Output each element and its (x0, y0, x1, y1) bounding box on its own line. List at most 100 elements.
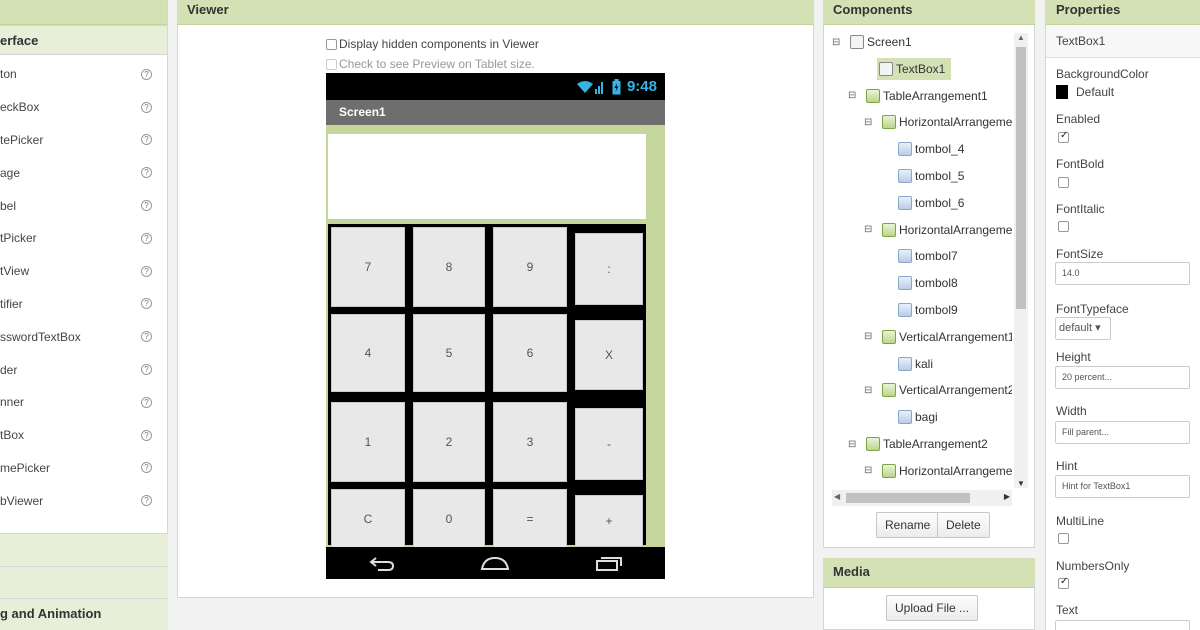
palette-item[interactable]: age? (0, 156, 167, 189)
palette-section-1[interactable] (0, 533, 168, 566)
text-input[interactable] (1055, 620, 1190, 630)
tree-node[interactable]: tombol_4 (880, 138, 964, 160)
tablet-preview-checkbox[interactable] (326, 58, 337, 70)
width-input[interactable]: Fill parent... (1055, 421, 1190, 444)
hidden-components-toggle[interactable]: Display hidden components in Viewer (326, 37, 539, 51)
help-icon[interactable]: ? (141, 265, 152, 277)
help-icon[interactable]: ? (141, 232, 152, 244)
tree-node[interactable]: kali (880, 353, 933, 375)
keypad-button[interactable]: 5 (413, 314, 485, 392)
palette-item[interactable]: der? (0, 353, 167, 386)
collapse-toggle-icon[interactable]: ⊟ (864, 331, 874, 342)
palette-item[interactable]: bel? (0, 189, 167, 222)
tree-node[interactable]: ⊟ Screen1 (832, 31, 912, 53)
keypad-button[interactable]: 8 (413, 227, 485, 307)
tree-node[interactable]: bagi (880, 406, 938, 428)
keypad-button[interactable]: - (575, 408, 643, 480)
palette-item[interactable]: tBox? (0, 419, 167, 452)
collapse-toggle-icon[interactable]: ⊟ (832, 37, 842, 48)
collapse-toggle-icon[interactable]: ⊟ (864, 465, 874, 476)
help-icon[interactable]: ? (141, 167, 152, 179)
fontitalic-checkbox[interactable] (1058, 221, 1069, 232)
rename-button[interactable]: Rename (876, 512, 940, 538)
keypad-button[interactable]: + (575, 495, 643, 547)
collapse-toggle-icon[interactable]: ⊟ (864, 224, 874, 235)
help-icon[interactable]: ? (141, 331, 152, 343)
tree-node[interactable]: tombol_5 (880, 165, 964, 187)
tree-node[interactable]: ⊟ TableArrangement2 (848, 433, 988, 455)
tree-horizontal-scroll-thumb[interactable] (846, 493, 970, 503)
help-icon[interactable]: ? (141, 68, 152, 80)
fonttypeface-dropdown[interactable]: default ▾ (1055, 317, 1111, 340)
tree-horizontal-scrollbar[interactable]: ◀ ▶ (832, 490, 1012, 506)
palette-item[interactable]: mePicker? (0, 452, 167, 485)
tree-node[interactable]: ⊟ VerticalArrangement1 (864, 326, 1012, 348)
tree-node[interactable]: TextBox1 (877, 57, 952, 80)
scroll-right-icon[interactable]: ▶ (1004, 492, 1010, 501)
palette-category-user-interface[interactable]: erface (0, 25, 167, 55)
keypad-button[interactable]: 2 (413, 402, 485, 482)
help-icon[interactable]: ? (141, 101, 152, 113)
scroll-down-icon[interactable]: ▼ (1017, 479, 1025, 488)
palette-item[interactable]: eckBox? (0, 91, 167, 124)
multiline-checkbox[interactable] (1058, 533, 1069, 544)
palette-item[interactable]: tView? (0, 255, 167, 288)
keypad-button[interactable]: X (575, 320, 643, 390)
collapse-toggle-icon[interactable]: ⊟ (848, 439, 858, 450)
keypad-button[interactable]: 7 (331, 227, 405, 307)
keypad-button[interactable]: 0 (413, 489, 485, 549)
tree-node[interactable]: ⊟ VerticalArrangement2 (864, 379, 1012, 401)
collapse-toggle-icon[interactable]: ⊟ (864, 117, 874, 128)
enabled-checkbox[interactable] (1058, 130, 1069, 143)
keypad-button[interactable]: 1 (331, 402, 405, 482)
keypad-button[interactable]: 9 (493, 227, 567, 307)
keypad-button[interactable]: 4 (331, 314, 405, 392)
color-swatch[interactable] (1056, 85, 1068, 99)
help-icon[interactable]: ? (141, 396, 152, 408)
textbox1-preview[interactable] (328, 131, 646, 219)
scroll-up-icon[interactable]: ▲ (1017, 33, 1025, 42)
keypad-button[interactable]: : (575, 233, 643, 305)
help-icon[interactable]: ? (141, 298, 152, 310)
tablet-preview-toggle[interactable]: Check to see Preview on Tablet size. (326, 57, 535, 71)
palette-item[interactable]: tifier? (0, 288, 167, 321)
hint-input[interactable]: Hint for TextBox1 (1055, 475, 1190, 498)
scroll-left-icon[interactable]: ◀ (834, 492, 840, 501)
tree-node[interactable]: ⊟ HorizontalArrangement3 (864, 460, 1012, 482)
help-icon[interactable]: ? (141, 429, 152, 441)
collapse-toggle-icon[interactable]: ⊟ (864, 385, 874, 396)
tree-vertical-scrollbar[interactable]: ▲ ▼ (1014, 33, 1028, 488)
help-icon[interactable]: ? (141, 364, 152, 376)
palette-item[interactable]: ton? (0, 58, 167, 91)
help-icon[interactable]: ? (141, 200, 152, 212)
palette-section-drawing-animation[interactable]: g and Animation (0, 598, 168, 630)
background-color-picker[interactable]: Default (1056, 85, 1114, 99)
delete-button[interactable]: Delete (937, 512, 990, 538)
keypad-button[interactable]: 6 (493, 314, 567, 392)
keypad-button[interactable]: 3 (493, 402, 567, 482)
palette-item[interactable]: tPicker? (0, 222, 167, 255)
help-icon[interactable]: ? (141, 495, 152, 507)
tree-node[interactable]: tombol7 (880, 245, 958, 267)
palette-item[interactable]: bViewer? (0, 484, 167, 517)
tree-node[interactable]: tombol9 (880, 299, 958, 321)
keypad-button[interactable]: C (331, 489, 405, 549)
palette-item[interactable]: nner? (0, 386, 167, 419)
height-input[interactable]: 20 percent... (1055, 366, 1190, 389)
fontbold-checkbox[interactable] (1058, 177, 1069, 188)
help-icon[interactable]: ? (141, 462, 152, 474)
tree-node[interactable]: tombol_6 (880, 192, 964, 214)
help-icon[interactable]: ? (141, 134, 152, 146)
collapse-toggle-icon[interactable]: ⊟ (848, 90, 858, 101)
numbersonly-checkbox[interactable] (1058, 576, 1069, 589)
keypad-button[interactable]: = (493, 489, 567, 549)
upload-file-button[interactable]: Upload File ... (886, 595, 979, 621)
palette-item[interactable]: sswordTextBox? (0, 320, 167, 353)
tree-node[interactable]: ⊟ TableArrangement1 (848, 85, 988, 107)
tree-node[interactable]: ⊟ HorizontalArrangement1 (864, 111, 1012, 133)
fontsize-input[interactable]: 14.0 (1055, 262, 1190, 285)
hidden-components-checkbox[interactable] (326, 38, 337, 50)
palette-item[interactable]: tePicker? (0, 124, 167, 157)
palette-section-2[interactable] (0, 566, 168, 598)
tree-node[interactable]: tombol8 (880, 272, 958, 294)
